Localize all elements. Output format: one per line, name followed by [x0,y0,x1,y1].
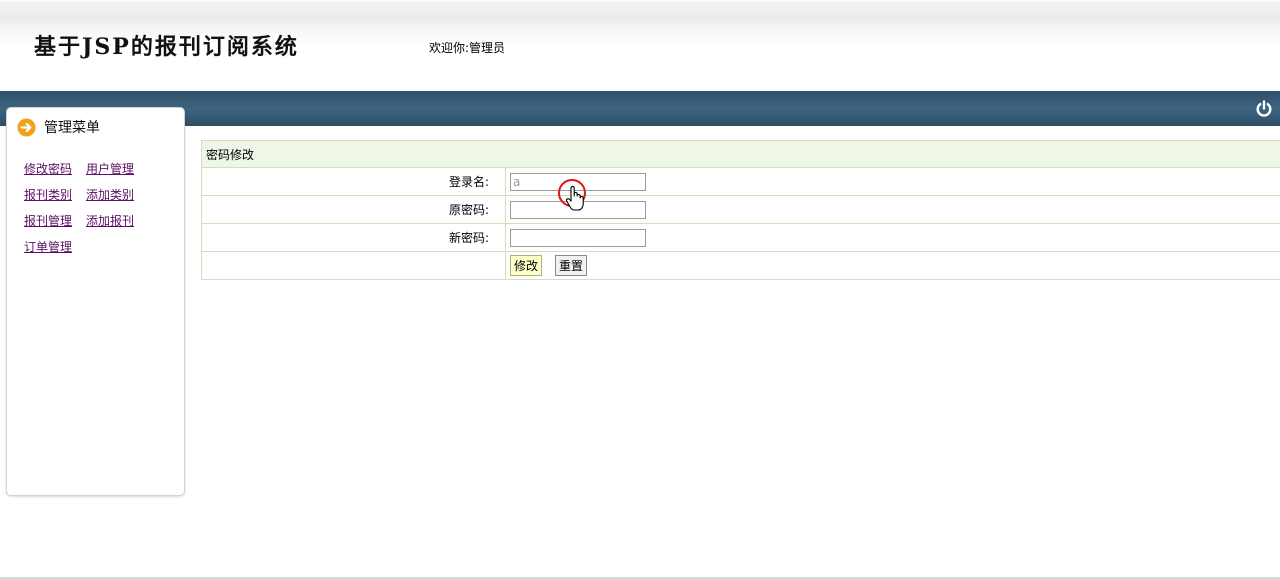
new-password-cell [505,223,1280,252]
top-nav-bar [0,91,1280,126]
menu-category-list[interactable]: 报刊类别 [24,188,72,202]
actions-cell: 修改 重置 [505,251,1280,280]
submit-button[interactable]: 修改 [510,255,543,276]
new-password-input[interactable] [510,228,646,247]
form-caption: 密码修改 [201,140,1280,168]
site-title: 基于JSP的报刊订阅系统 [34,34,299,60]
menu-row: 修改密码 用户管理 [24,160,148,186]
sidebar: 管理菜单 修改密码 用户管理 报刊类别 添加类别 报刊管理 添加报刊 订单管理 [6,107,185,496]
sidebar-title: 管理菜单 [44,120,100,136]
old-password-cell [505,195,1280,224]
sidebar-header: 管理菜单 [17,117,100,137]
menu-add-periodical[interactable]: 添加报刊 [86,214,134,228]
menu-change-password[interactable]: 修改密码 [24,162,72,176]
welcome-text: 欢迎你:管理员 [429,41,506,55]
menu-row: 报刊类别 添加类别 [24,186,148,212]
username-cell [505,167,1280,196]
form-row-new-password: 新密码: [201,223,1280,252]
old-password-input[interactable] [510,200,646,219]
password-form: 密码修改 登录名: 原密码: 新密码: 修改重置 [201,140,1280,280]
menu-row: 报刊管理 添加报刊 [24,212,148,238]
actions-spacer [201,251,506,280]
form-caption-row: 密码修改 [201,140,1280,168]
menu-periodical-management[interactable]: 报刊管理 [24,214,72,228]
menu-add-category[interactable]: 添加类别 [86,188,134,202]
form-row-username: 登录名: [201,167,1280,196]
form-row-actions: 修改 重置 [201,251,1280,280]
username-label: 登录名: [201,167,506,196]
arrow-right-circle-icon [17,118,36,137]
new-password-label: 新密码: [201,223,506,252]
form-row-old-password: 原密码: [201,195,1280,224]
reset-button[interactable]: 重置 [555,255,588,276]
power-icon[interactable] [1254,99,1274,119]
sidebar-menu: 修改密码 用户管理 报刊类别 添加类别 报刊管理 添加报刊 订单管理 [24,160,148,264]
old-password-label: 原密码: [201,195,506,224]
header: 基于JSP的报刊订阅系统 欢迎你:管理员 [0,0,1280,91]
username-input[interactable] [510,172,646,191]
menu-user-management[interactable]: 用户管理 [86,162,134,176]
page: 基于JSP的报刊订阅系统 欢迎你:管理员 管理菜单 修改密码 用户管理 报刊类别添… [0,0,1280,580]
menu-row: 订单管理 [24,238,148,264]
menu-order-management[interactable]: 订单管理 [24,240,72,254]
